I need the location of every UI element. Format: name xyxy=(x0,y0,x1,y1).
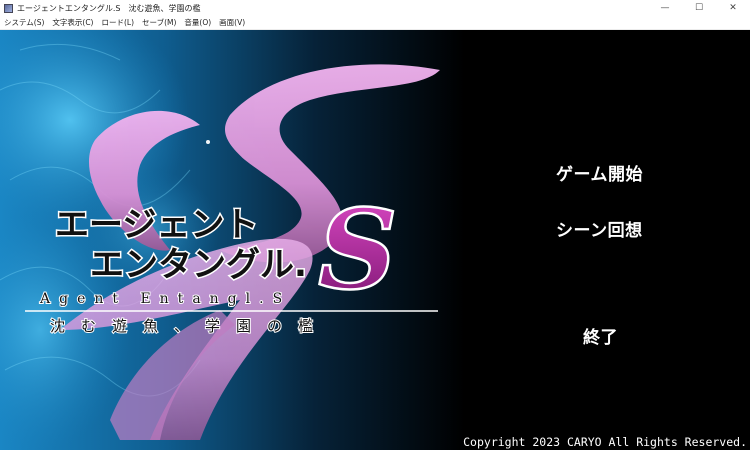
game-window: エージェントエンタングル.S 沈む遊魚、学園の檻 — ☐ ✕ システム(S) 文… xyxy=(0,0,750,450)
title-bar[interactable]: エージェントエンタングル.S 沈む遊魚、学園の檻 — ☐ ✕ xyxy=(0,0,750,16)
close-button[interactable]: ✕ xyxy=(716,0,750,16)
logo-english: Agent Entangl.S xyxy=(39,291,291,307)
maximize-icon: ☐ xyxy=(694,3,704,13)
window-title: エージェントエンタングル.S 沈む遊魚、学園の檻 xyxy=(17,3,201,13)
exit-option[interactable]: 終了 xyxy=(583,323,618,348)
menu-save[interactable]: セーブ(M) xyxy=(138,17,180,28)
menu-screen[interactable]: 画面(V) xyxy=(215,17,249,28)
app-icon xyxy=(4,3,13,13)
game-screen[interactable]: S エージェント エンタングル. Agent Entangl.S 沈む遊魚、学園… xyxy=(0,30,750,450)
logo-subtitle: 沈む遊魚、学園の檻 xyxy=(50,317,329,335)
sparkle xyxy=(206,140,210,144)
start-game-option[interactable]: ゲーム開始 xyxy=(556,160,643,185)
minimize-icon: — xyxy=(660,3,670,13)
maximize-button[interactable]: ☐ xyxy=(682,0,716,16)
logo-big-s: S xyxy=(318,185,397,314)
window-controls: — ☐ ✕ xyxy=(648,0,750,16)
minimize-button[interactable]: — xyxy=(648,0,682,16)
close-icon: ✕ xyxy=(729,3,737,13)
scene-recall-option[interactable]: シーン回想 xyxy=(556,216,643,241)
logo-title-line1: エージェント xyxy=(55,205,258,245)
menu-load[interactable]: ロード(L) xyxy=(97,17,138,28)
menu-text-display[interactable]: 文字表示(C) xyxy=(48,17,97,28)
menu-bar: システム(S) 文字表示(C) ロード(L) セーブ(M) 音量(O) 画面(V… xyxy=(0,16,750,30)
logo-title-line2: エンタングル. xyxy=(90,245,307,285)
menu-volume[interactable]: 音量(O) xyxy=(180,17,215,28)
menu-system[interactable]: システム(S) xyxy=(0,17,48,28)
copyright-text: Copyright 2023 CARYO All Rights Reserved… xyxy=(463,435,747,449)
